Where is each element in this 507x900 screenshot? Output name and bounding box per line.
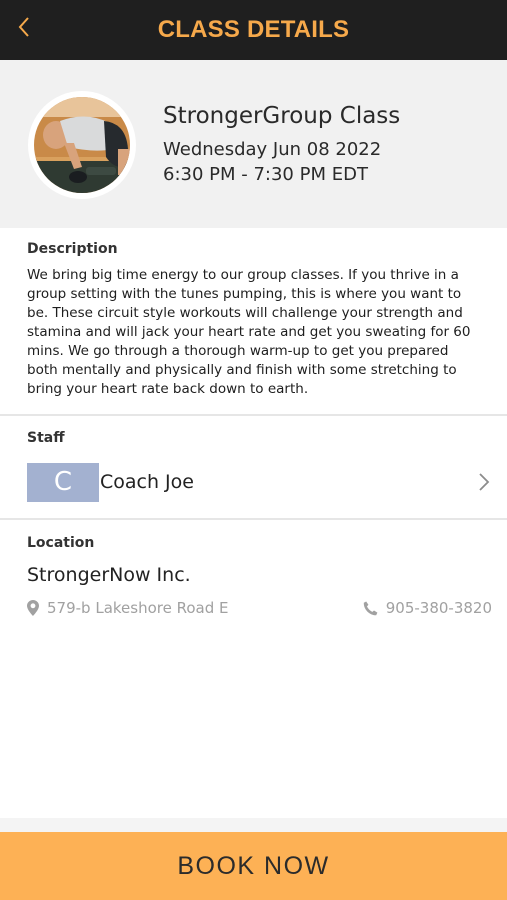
staff-label: Staff [27,430,65,446]
description-text: We bring big time energy to our group cl… [27,267,471,397]
header-bar: CLASS DETAILS [0,0,507,60]
class-name: StrongerGroup Class [163,103,401,129]
book-now-button[interactable]: BOOK NOW [0,832,507,900]
location-details: 579-b Lakeshore Road E 905-380-3820 [27,597,492,619]
location-section: Location StrongerNow Inc. [0,535,507,586]
class-avatar [28,91,136,199]
description-section: Description We bring big time energy to … [0,241,507,399]
location-label: Location [27,535,95,551]
divider [0,518,507,520]
footer-strip [0,818,507,832]
class-summary: StrongerGroup Class Wednesday Jun 08 202… [0,60,507,228]
chevron-left-icon [18,17,29,37]
description-label: Description [27,241,118,257]
phone-text: 905-380-3820 [385,599,492,617]
staff-name: Coach Joe [100,471,194,493]
class-info: StrongerGroup Class Wednesday Jun 08 202… [163,100,400,187]
divider [0,414,507,416]
chevron-right-icon [479,473,490,491]
back-button[interactable] [10,12,38,42]
address[interactable]: 579-b Lakeshore Road E [27,599,228,617]
staff-section: Staff [0,430,507,446]
address-text: 579-b Lakeshore Road E [47,599,229,617]
class-photo [34,97,130,193]
class-time: 6:30 PM - 7:30 PM EDT [163,164,368,185]
book-now-label: BOOK NOW [177,851,330,880]
map-pin-icon [27,600,39,616]
location-name: StrongerNow Inc. [27,564,191,586]
phone[interactable]: 905-380-3820 [363,599,492,617]
staff-avatar: C [27,462,99,502]
phone-icon [363,601,378,615]
page-title: CLASS DETAILS [157,16,350,43]
staff-row[interactable]: C Coach Joe [27,462,490,502]
class-date: Wednesday Jun 08 2022 [163,139,382,160]
